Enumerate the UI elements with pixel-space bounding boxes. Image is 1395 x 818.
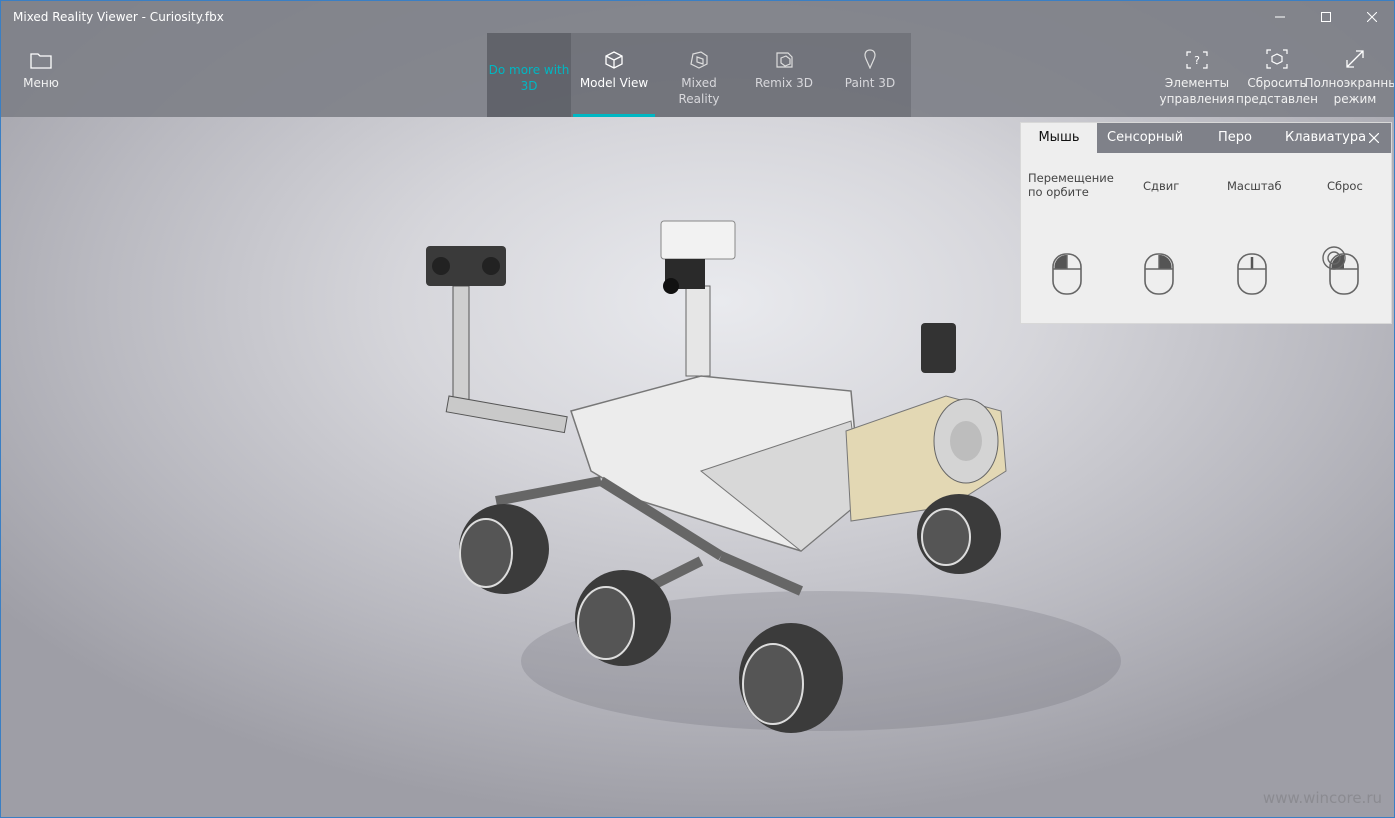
maximize-icon	[1321, 12, 1331, 22]
tab-remix-3d[interactable]: Remix 3D	[743, 33, 825, 117]
panel-tab-touch[interactable]: Сенсорный	[1097, 123, 1195, 153]
menu-button[interactable]: Меню	[11, 33, 71, 117]
watermark: www.wincore.ru	[1262, 789, 1382, 807]
close-button[interactable]	[1349, 1, 1394, 33]
minimize-button[interactable]	[1257, 1, 1303, 33]
do-more-with-3d-button[interactable]: Do more with 3D	[487, 33, 571, 117]
cube-icon	[605, 51, 623, 69]
pan-label: Сдвиг	[1143, 179, 1180, 193]
zoom-label: Масштаб	[1227, 179, 1282, 193]
fullscreen-icon	[1346, 50, 1364, 68]
maximize-button[interactable]	[1303, 1, 1349, 33]
tab-paint-3d[interactable]: Paint 3D	[829, 33, 911, 117]
reset-view-icon	[1266, 49, 1288, 69]
controls-panel: Мышь Сенсорный Перо Клавиатура Перемещен…	[1020, 122, 1392, 324]
tab-label: Mixed Reality	[678, 76, 720, 106]
mouse-double-click-icon	[1322, 246, 1359, 295]
svg-text:?: ?	[1194, 54, 1200, 67]
reset-label: Сброс	[1327, 179, 1363, 193]
toolbar: Меню Do more with 3D Model View Mixed Re…	[1, 33, 1394, 117]
tab-mixed-reality[interactable]: Mixed Reality	[659, 33, 739, 117]
remix-3d-icon	[776, 52, 793, 68]
panel-close-button[interactable]	[1357, 123, 1391, 153]
mouse-right-button-icon	[1144, 253, 1174, 295]
tab-label: Model View	[579, 76, 649, 90]
mouse-scroll-wheel-icon	[1237, 253, 1267, 295]
panel-tab-keyboard[interactable]: Клавиатура	[1275, 123, 1367, 153]
orbit-label: Перемещение по орбите	[1028, 171, 1114, 199]
menu-label: Меню	[23, 76, 59, 90]
app-window: Mixed Reality Viewer - Curiosity.fbx Мен…	[0, 0, 1395, 818]
fullscreen-label: Полноэкранный режим	[1304, 76, 1395, 106]
mode-tabs: Do more with 3D Model View Mixed Reality…	[487, 33, 911, 117]
panel-tab-mouse[interactable]: Мышь	[1021, 123, 1097, 153]
mouse-left-button-icon	[1052, 253, 1082, 295]
close-icon	[1367, 12, 1377, 22]
controls-panel-tabs: Мышь Сенсорный Перо Клавиатура	[1021, 123, 1391, 153]
active-tab-indicator	[573, 114, 655, 117]
tab-label: Remix 3D	[755, 76, 813, 90]
controls-help-button[interactable]: ? Элементы управления	[1159, 33, 1235, 117]
tab-label: Paint 3D	[844, 76, 896, 90]
close-icon	[1369, 133, 1379, 143]
mixed-reality-icon	[690, 51, 708, 69]
window-title: Mixed Reality Viewer - Curiosity.fbx	[13, 10, 224, 24]
panel-tab-pen[interactable]: Перо	[1195, 123, 1275, 153]
fullscreen-button[interactable]: Полноэкранный режим	[1305, 33, 1394, 117]
folder-icon	[30, 53, 52, 69]
controls-help-icon: ?	[1186, 51, 1208, 69]
controls-help-label: Элементы управления	[1159, 76, 1235, 106]
minimize-icon	[1275, 16, 1285, 18]
paint-3d-icon	[864, 49, 876, 69]
title-bar: Mixed Reality Viewer - Curiosity.fbx	[1, 1, 1394, 33]
tab-model-view[interactable]: Model View	[573, 33, 655, 117]
